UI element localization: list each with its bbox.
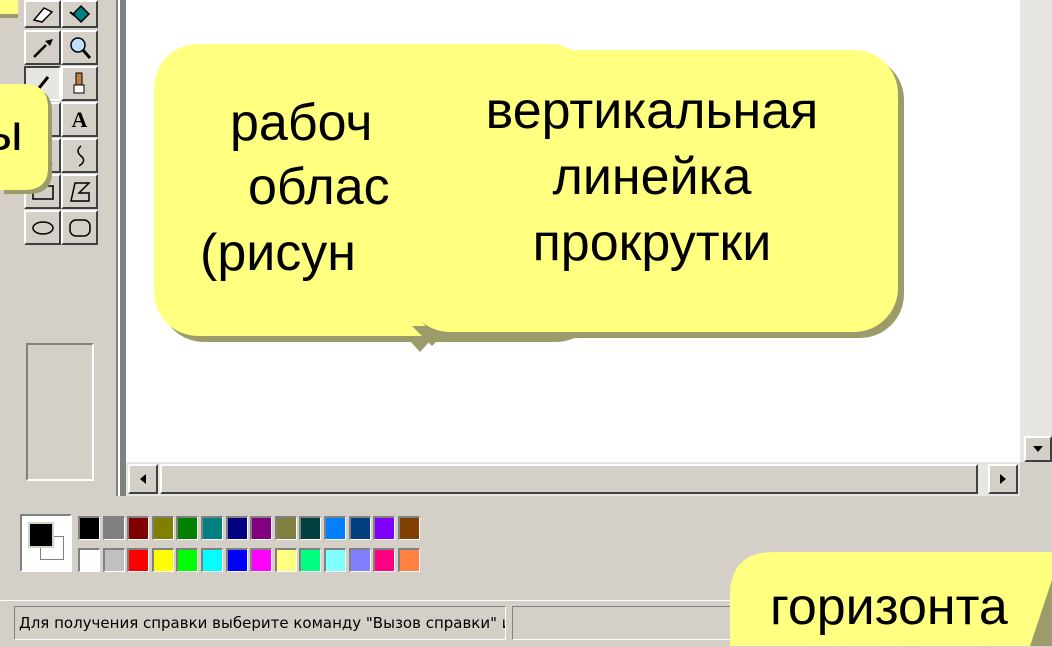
callout-vertical-scrollbar-line3: прокрутки xyxy=(532,214,772,272)
text-tool[interactable]: A xyxy=(61,102,98,137)
palette-swatch[interactable] xyxy=(78,548,100,572)
horizontal-scroll-thumb[interactable] xyxy=(160,464,978,494)
color-picker-tool[interactable] xyxy=(24,30,61,65)
scroll-left-button[interactable] xyxy=(128,464,158,494)
ellipse-tool[interactable] xyxy=(24,210,61,245)
palette-swatch[interactable] xyxy=(299,516,322,540)
brush-icon xyxy=(73,72,84,93)
palette-swatch[interactable] xyxy=(274,516,297,540)
callout-vertical-scrollbar-line2: линейка xyxy=(552,148,752,206)
eraser-icon xyxy=(32,7,53,23)
palette-swatch[interactable] xyxy=(324,548,346,572)
palette-swatch[interactable] xyxy=(373,548,396,572)
foreground-color-swatch[interactable] xyxy=(28,522,54,548)
callout-work-area-line3: (рисун xyxy=(200,224,356,282)
palette-swatch[interactable] xyxy=(78,516,100,540)
scrollbar-corner xyxy=(1020,462,1052,496)
callout-vertical-scrollbar: вертикальная линейка прокрутки xyxy=(406,50,916,350)
polygon-icon xyxy=(69,181,91,202)
tool-options-box[interactable] xyxy=(26,343,94,481)
polygon-tool[interactable] xyxy=(61,174,98,209)
palette-swatch[interactable] xyxy=(397,516,420,540)
palette-swatch[interactable] xyxy=(225,548,248,572)
status-help-text: Для получения справки выберите команду "… xyxy=(14,606,506,640)
rounded-rectangle-tool[interactable] xyxy=(61,210,98,245)
palette-swatch[interactable] xyxy=(176,516,199,540)
callout-toolbox: ы xyxy=(0,84,58,196)
scroll-right-button[interactable] xyxy=(988,464,1018,494)
arrow-left-icon xyxy=(140,474,146,484)
palette-swatch[interactable] xyxy=(274,548,297,572)
fill-tool[interactable] xyxy=(61,0,98,28)
fill-bucket-icon xyxy=(68,4,90,24)
rounded-rectangle-icon xyxy=(68,218,91,237)
vertical-scrollbar[interactable] xyxy=(1020,0,1052,462)
palette-swatch[interactable] xyxy=(299,548,322,572)
curve-tool[interactable] xyxy=(61,138,98,173)
palette-swatch[interactable] xyxy=(151,548,174,572)
magnifier-tool[interactable] xyxy=(61,30,98,65)
palette-swatch[interactable] xyxy=(373,516,396,540)
palette-swatch[interactable] xyxy=(201,516,223,540)
palette-swatch[interactable] xyxy=(250,548,273,572)
palette-swatch[interactable] xyxy=(127,516,150,540)
palette-swatch[interactable] xyxy=(127,548,150,572)
palette-swatch[interactable] xyxy=(250,516,273,540)
callout-horizontal-scrollbar-text: горизонта xyxy=(770,578,1008,636)
palette-swatch[interactable] xyxy=(397,548,420,572)
palette-swatch[interactable] xyxy=(225,516,248,540)
palette-swatch[interactable] xyxy=(324,516,346,540)
magnifier-icon xyxy=(69,36,91,59)
status-coordinates-pane xyxy=(512,606,732,640)
eraser-tool[interactable] xyxy=(24,0,61,28)
palette-swatch[interactable] xyxy=(348,548,371,572)
arrow-down-icon xyxy=(1033,446,1043,452)
ellipse-icon xyxy=(31,220,54,235)
text-tool-icon: A xyxy=(71,106,88,132)
callout-horizontal-scrollbar: горизонта xyxy=(730,552,1052,646)
callout-work-area-line1: рабоч xyxy=(230,94,373,152)
palette-swatch[interactable] xyxy=(151,516,174,540)
callout-toolbox-text: ы xyxy=(0,104,23,162)
scroll-down-button[interactable] xyxy=(1024,436,1052,462)
palette-swatch[interactable] xyxy=(176,548,199,572)
brush-tool[interactable] xyxy=(61,66,98,101)
eyedropper-icon xyxy=(32,38,53,58)
palette-swatch[interactable] xyxy=(201,548,223,572)
curve-icon xyxy=(76,144,84,167)
callout-work-area-line2: облас xyxy=(248,158,390,216)
palette-swatch[interactable] xyxy=(102,548,125,572)
palette-swatch[interactable] xyxy=(102,516,125,540)
callout-vertical-scrollbar-line1: вертикальная xyxy=(485,82,819,140)
arrow-right-icon xyxy=(1000,474,1006,484)
palette-swatch[interactable] xyxy=(348,516,371,540)
